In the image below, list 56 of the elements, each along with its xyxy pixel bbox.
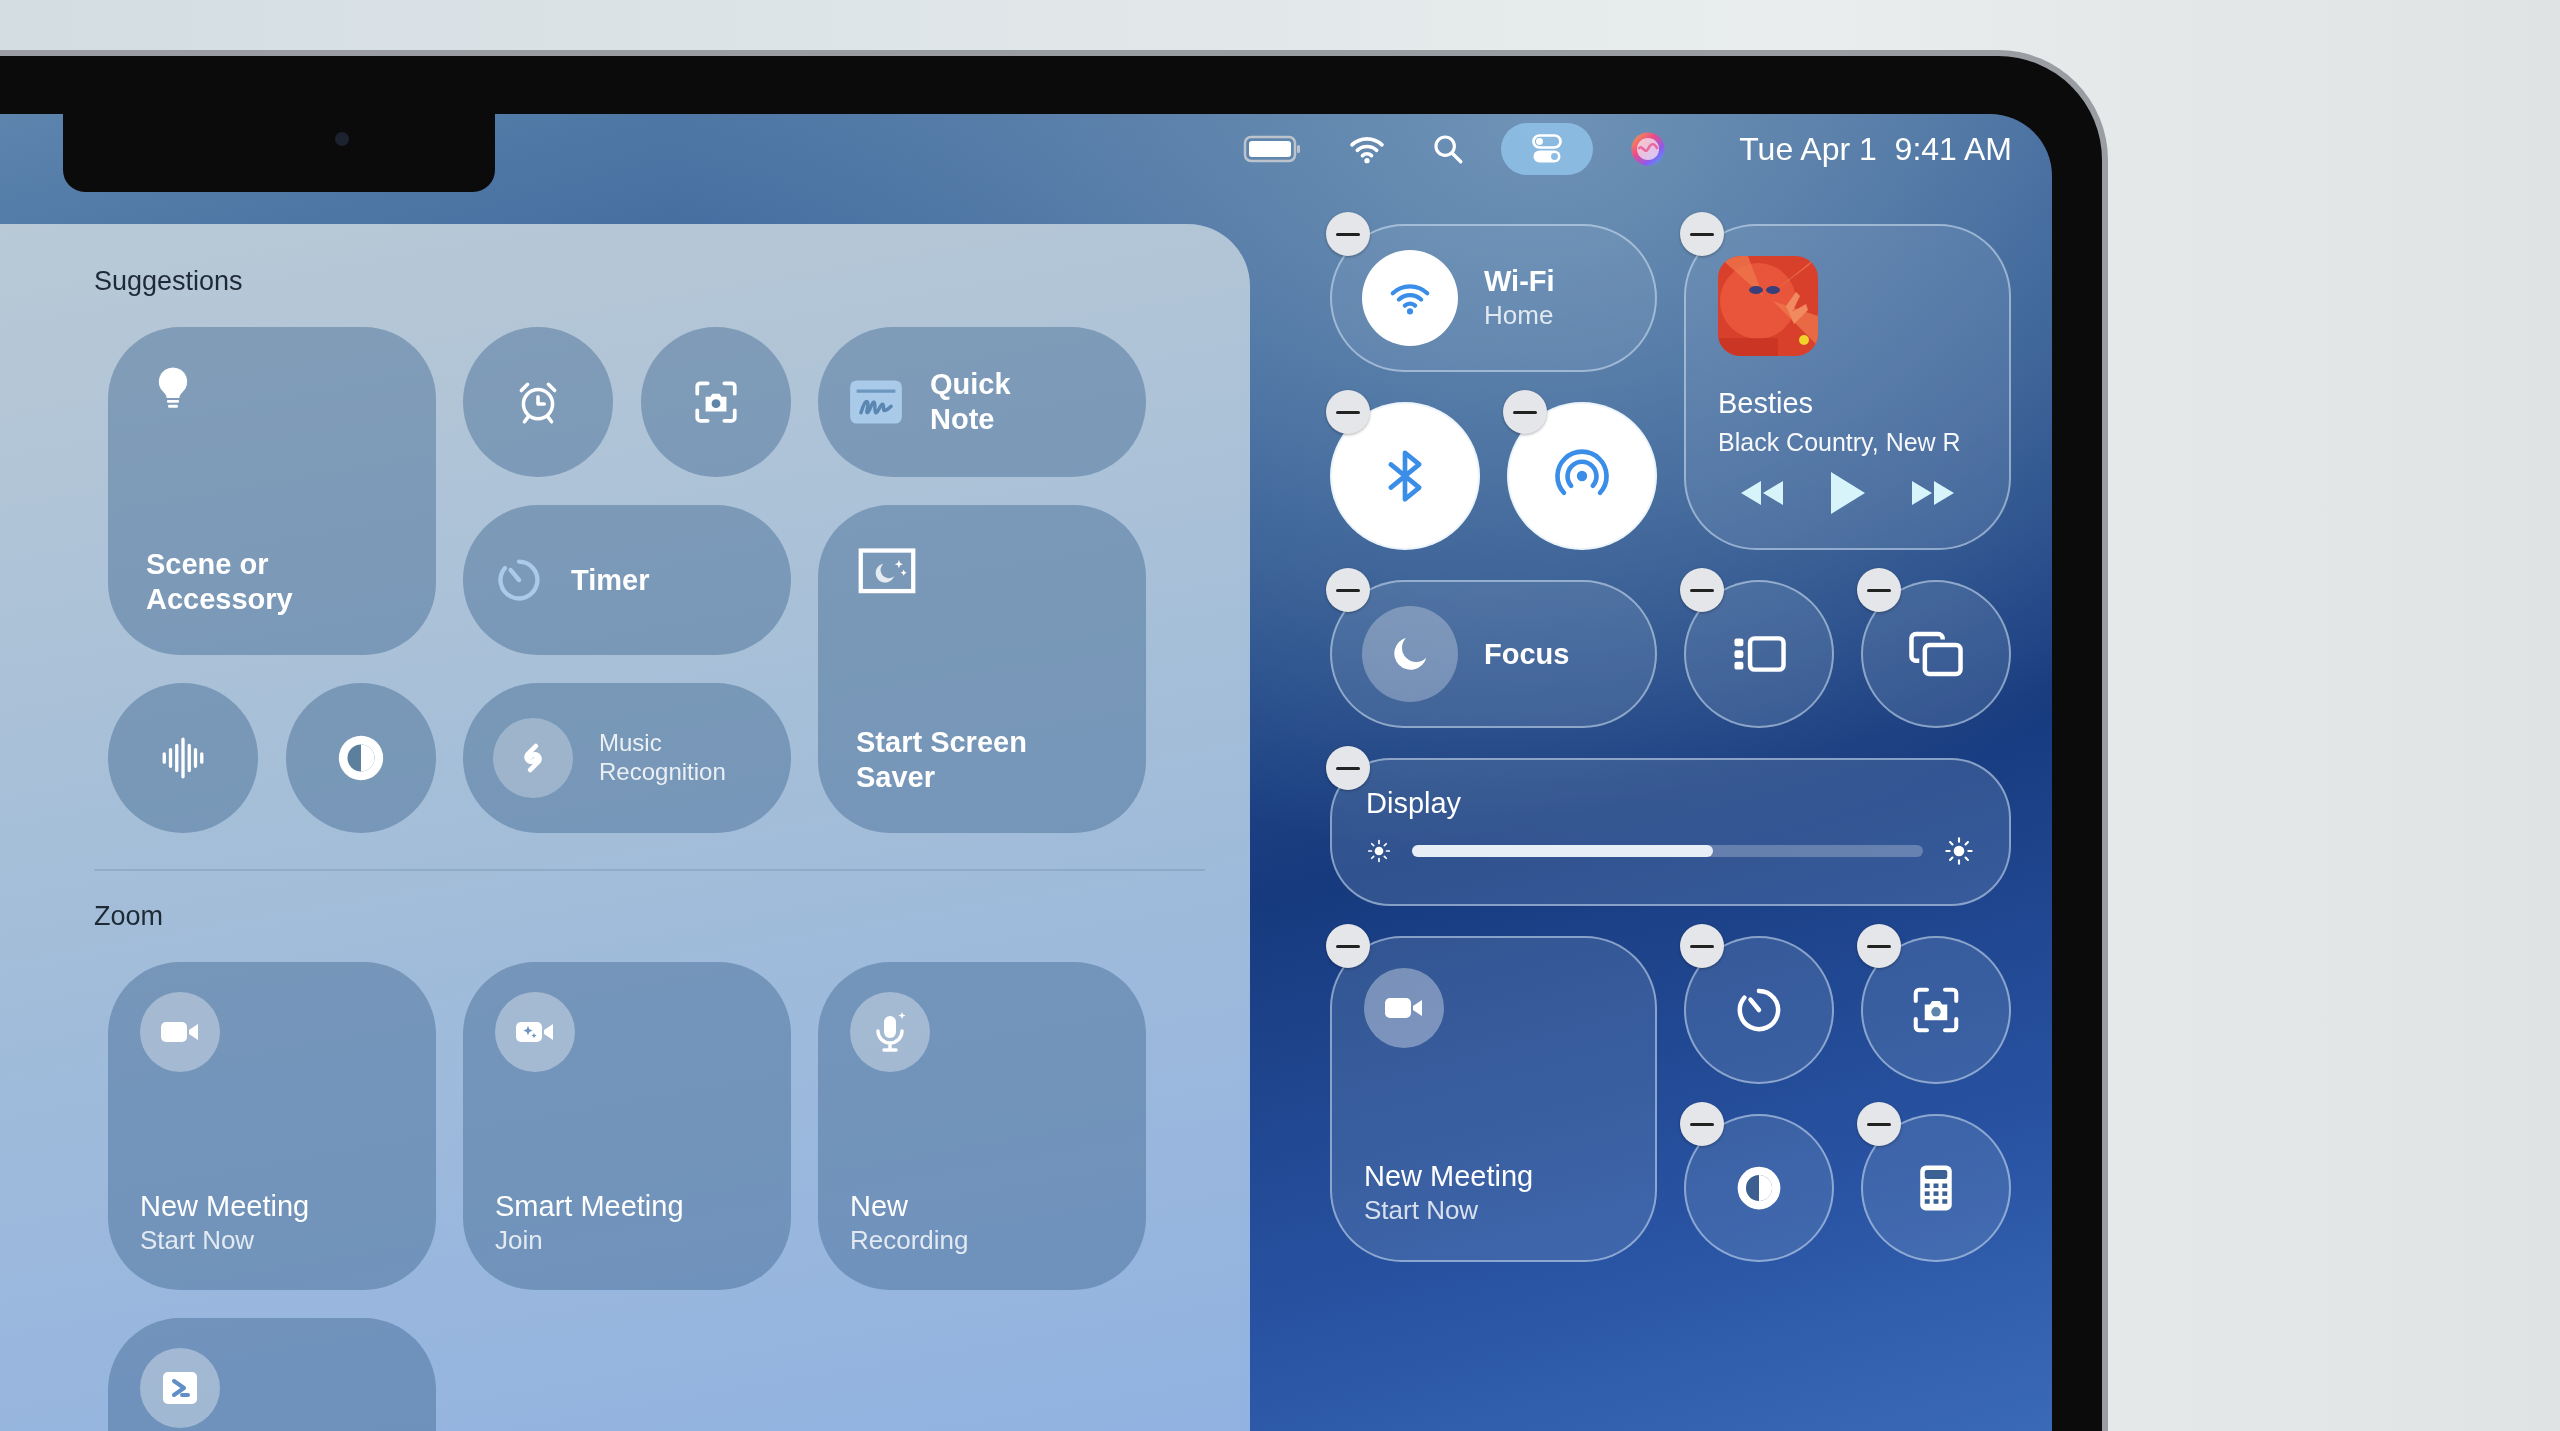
camera-dot xyxy=(335,132,349,146)
smart-meeting-tile[interactable]: Smart Meeting Join xyxy=(463,962,791,1290)
remove-button[interactable] xyxy=(1326,924,1370,968)
control-title: Focus xyxy=(1484,636,1570,672)
tile-subtitle: Start Now xyxy=(1364,1193,1480,1226)
music-recognition-tile[interactable]: Music Recognition xyxy=(463,683,791,833)
tile-title: Timer xyxy=(571,562,650,598)
remove-button[interactable] xyxy=(1326,390,1370,434)
tile-subtitle: Start Now xyxy=(140,1223,256,1256)
tile-title: Music Recognition xyxy=(599,729,726,787)
fast-forward-button[interactable] xyxy=(1909,478,1956,508)
bright-sun-icon xyxy=(1943,834,1975,867)
song-title: Besties xyxy=(1718,385,1815,421)
control-center-button[interactable] xyxy=(1501,123,1594,175)
recording-tile[interactable]: New Recording xyxy=(818,962,1146,1290)
remove-button[interactable] xyxy=(1680,1102,1724,1146)
tile-title: Start Screen Saver xyxy=(856,725,1028,795)
dim-sun-icon xyxy=(1366,837,1392,864)
control-title: Wi-Fi xyxy=(1484,264,1555,300)
artist-album: Black Country, New R xyxy=(1718,426,1962,458)
display-label: Display xyxy=(1366,786,1463,821)
control-subtitle: Home xyxy=(1484,299,1555,332)
tile-subtitle: Join xyxy=(495,1223,544,1256)
remove-button[interactable] xyxy=(1326,568,1370,612)
rewind-button[interactable] xyxy=(1739,478,1786,508)
tile-title: Scene or Accessory xyxy=(146,547,294,617)
tile-title: Smart Meeting xyxy=(495,1188,685,1224)
tile-title: New Meeting xyxy=(1364,1158,1535,1194)
wifi-tile[interactable]: Wi-Fi Home xyxy=(1330,224,1657,372)
timer-tile[interactable]: Timer xyxy=(463,505,791,655)
quick-note-tile[interactable]: Quick Note xyxy=(818,327,1146,477)
new-meeting-tile[interactable]: New Meeting Start Now xyxy=(1330,936,1657,1262)
siri-icon xyxy=(1629,130,1668,168)
section-heading: Zoom xyxy=(94,901,165,932)
new-meeting-tile[interactable]: New Meeting Start Now xyxy=(108,962,436,1290)
display-tile[interactable]: Display xyxy=(1330,758,2011,906)
remove-button[interactable] xyxy=(1680,924,1724,968)
tile-title: New xyxy=(850,1188,909,1224)
remove-button[interactable] xyxy=(1326,746,1370,790)
tile-title: New Meeting xyxy=(140,1188,311,1224)
date-time[interactable]: Tue Apr 1 9:41 AM xyxy=(1739,130,2012,168)
section-heading: Suggestions xyxy=(94,266,244,297)
remove-button[interactable] xyxy=(1503,390,1547,434)
tile-subtitle: Recording xyxy=(850,1223,970,1256)
focus-tile[interactable]: Focus xyxy=(1330,580,1657,728)
tile-title: Quick Note xyxy=(930,367,1011,437)
remove-button[interactable] xyxy=(1857,924,1901,968)
now-playing-tile[interactable]: Besties Black Country, New R xyxy=(1684,224,2011,550)
remove-button[interactable] xyxy=(1680,568,1724,612)
remove-button[interactable] xyxy=(1857,1102,1901,1146)
remove-button[interactable] xyxy=(1857,568,1901,612)
remove-button[interactable] xyxy=(1326,212,1370,256)
remove-button[interactable] xyxy=(1680,212,1724,256)
scene-tile[interactable]: Scene or Accessory xyxy=(108,327,436,655)
screen-saver-tile[interactable]: Start Screen Saver xyxy=(818,505,1146,833)
brightness-slider[interactable] xyxy=(1412,844,1923,857)
